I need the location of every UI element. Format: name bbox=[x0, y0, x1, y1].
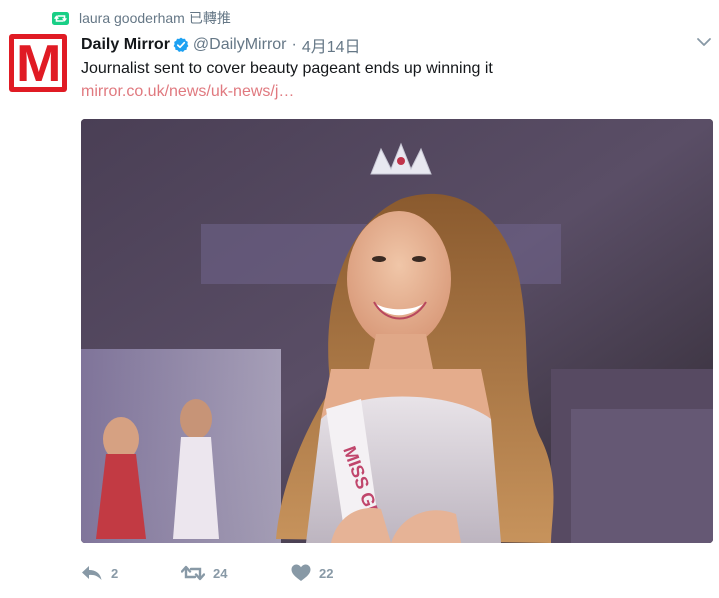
author-fullname[interactable]: Daily Mirror bbox=[81, 36, 170, 54]
tweet-actions: 2 24 22 bbox=[81, 562, 391, 584]
tweet-header: Daily Mirror @DailyMirror · 4月14日 bbox=[81, 33, 361, 57]
tweet-photo[interactable]: MISS GREAT bbox=[81, 119, 713, 543]
author-username[interactable]: @DailyMirror bbox=[193, 36, 287, 54]
heart-icon bbox=[291, 564, 311, 581]
retweet-count: 24 bbox=[213, 565, 228, 581]
reply-icon bbox=[82, 566, 102, 580]
retweet-icon bbox=[52, 11, 69, 25]
retweet-button[interactable]: 24 bbox=[181, 565, 291, 581]
header-separator: · bbox=[291, 36, 297, 53]
reply-count: 2 bbox=[111, 565, 119, 581]
retweeted-label: 已轉推 bbox=[188, 10, 231, 26]
reply-button[interactable]: 2 bbox=[81, 565, 181, 581]
pageage-winner-photo: MISS GREAT bbox=[81, 119, 713, 543]
tweet-link[interactable]: mirror.co.uk/news/uk-news/j… bbox=[81, 81, 294, 103]
like-button[interactable]: 22 bbox=[291, 564, 391, 582]
tweet: laura gooderham 已轉推 M Daily Mirror @Dail… bbox=[0, 0, 719, 598]
avatar[interactable]: M bbox=[9, 34, 67, 92]
chevron-down-icon[interactable] bbox=[696, 36, 712, 48]
like-count: 22 bbox=[319, 565, 334, 581]
tweet-text: Journalist sent to cover beauty pageant … bbox=[81, 60, 493, 77]
tweet-timestamp[interactable]: 4月14日 bbox=[302, 33, 361, 57]
retweet-icon bbox=[181, 565, 205, 581]
retweeter-name-link[interactable]: laura gooderham bbox=[79, 10, 185, 26]
avatar-logo-letter: M bbox=[16, 35, 62, 92]
retweet-context: laura gooderham 已轉推 bbox=[52, 9, 231, 27]
avatar-background: M bbox=[14, 35, 62, 92]
verified-badge-icon bbox=[173, 37, 189, 52]
